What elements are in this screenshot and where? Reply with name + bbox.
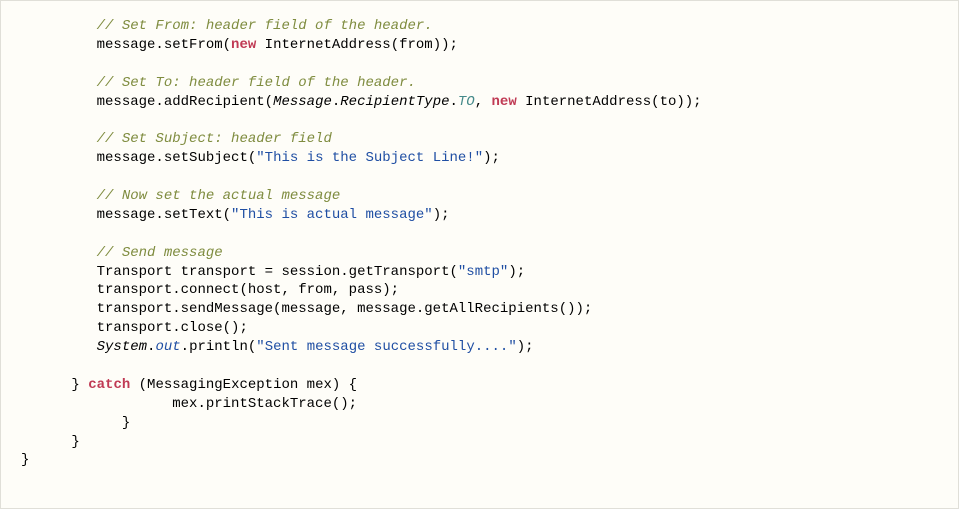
code-token: out — [155, 339, 180, 355]
code-block: // Set From: header field of the header.… — [1, 1, 958, 486]
code-token: new — [231, 37, 256, 53]
code-token: System — [97, 339, 147, 355]
code-token: // Set Subject: header field — [97, 131, 332, 147]
code-token: RecipientType — [340, 94, 449, 110]
code-token: // Set From: header field of the header. — [97, 18, 433, 34]
code-token: "This is actual message" — [231, 207, 433, 223]
code-token: // Set To: header field of the header. — [97, 75, 416, 91]
code-token: "Sent message successfully...." — [256, 339, 516, 355]
code-token: Message — [273, 94, 332, 110]
code-token: catch — [88, 377, 130, 393]
code-token: "This is the Subject Line!" — [256, 150, 483, 166]
code-token: TO — [458, 94, 475, 110]
code-token: new — [492, 94, 517, 110]
code-token: "smtp" — [458, 264, 508, 280]
code-token: // Now set the actual message — [97, 188, 341, 204]
code-token: // Send message — [97, 245, 223, 261]
